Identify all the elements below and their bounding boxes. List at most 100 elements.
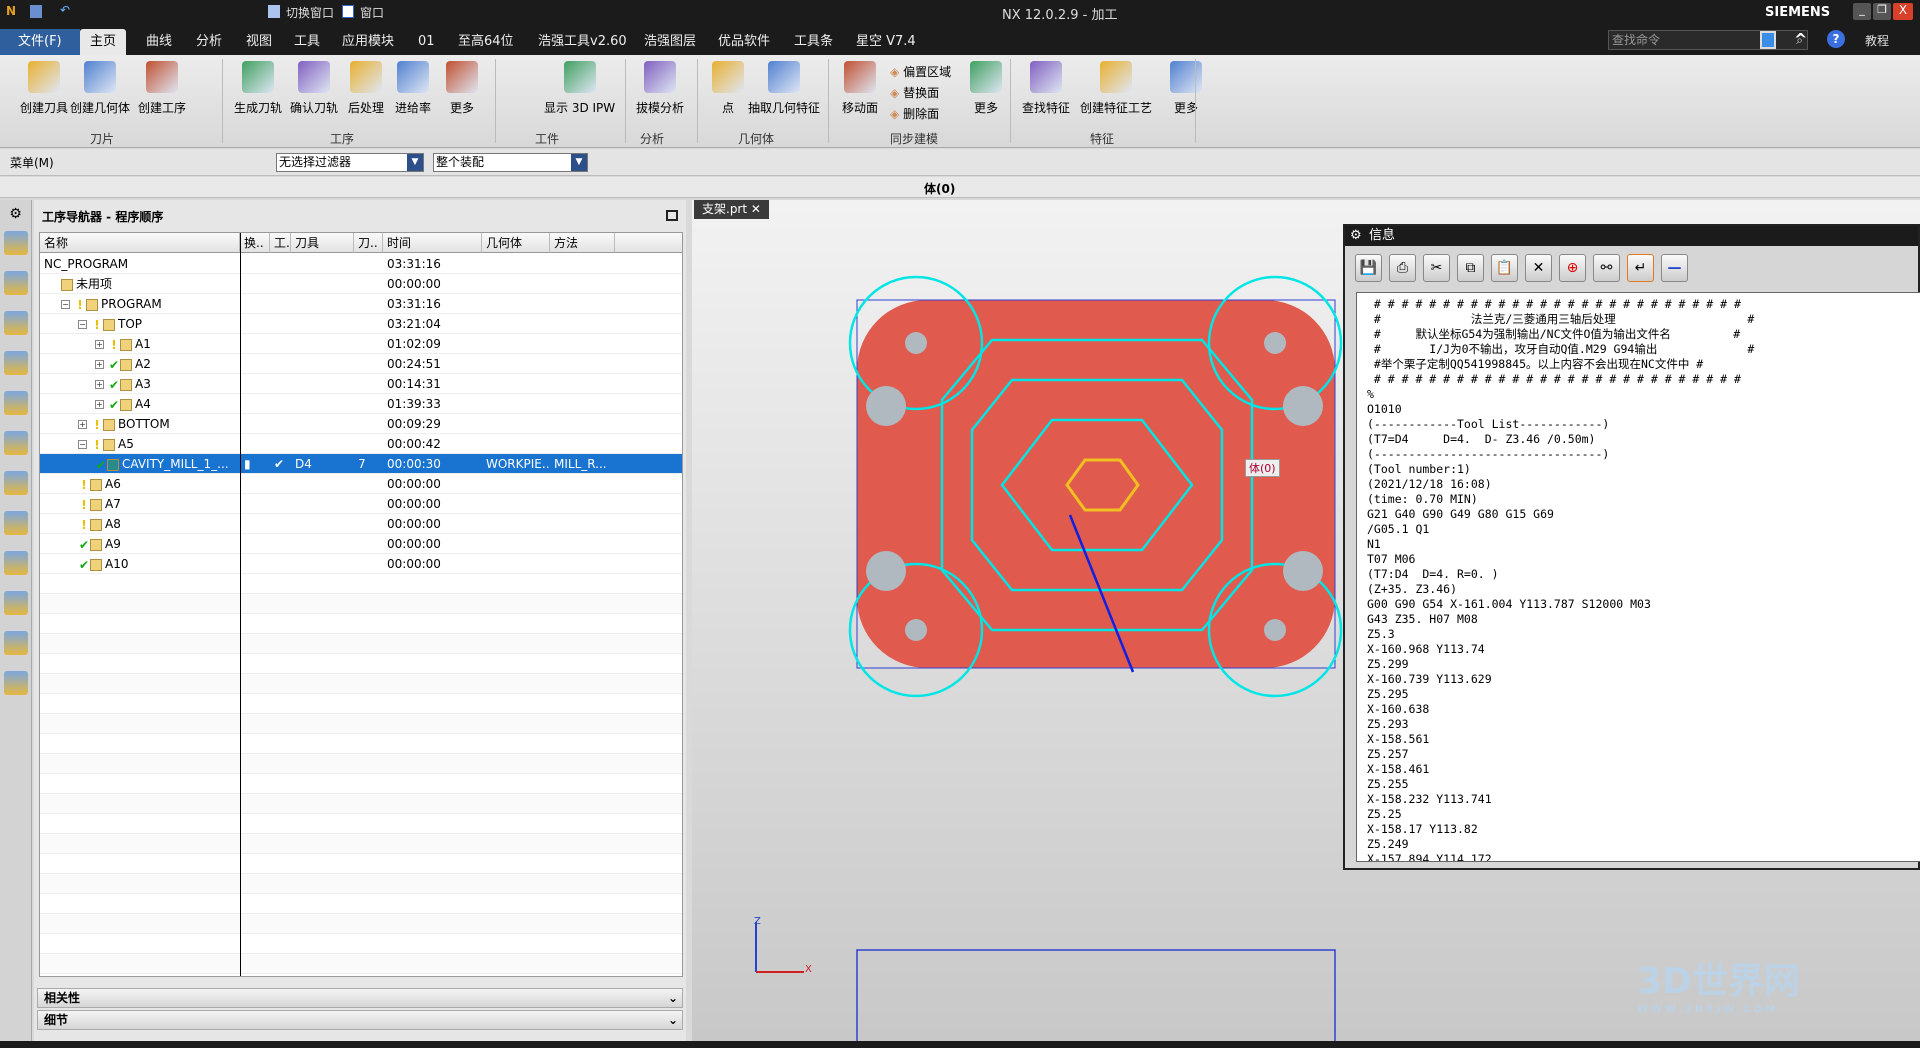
expand-toggle[interactable]: + [78, 420, 87, 429]
tab-3[interactable]: 分析 [186, 29, 232, 55]
tree-row[interactable]: ✔ CAVITY_MILL_1_... 00:00:30 ▮ ✔ D4 7 WORKPIE..… [40, 454, 682, 474]
ribbon-button[interactable]: 创建刀具 [20, 61, 68, 116]
ribbon-button[interactable]: 抽取几何特征 [748, 61, 820, 116]
tab-1[interactable]: 主页 [80, 29, 127, 55]
column-header[interactable]: 换.. [240, 233, 270, 253]
window-menu[interactable]: 窗口 [360, 4, 384, 21]
tree-row[interactable]: ✔ A9 00:00:00 [40, 534, 682, 554]
target-icon[interactable]: ⊕ [1559, 254, 1586, 282]
tab-12[interactable]: 工具条 [784, 29, 843, 55]
tree-row[interactable]: −! TOP 03:21:04 [40, 314, 682, 334]
close-button[interactable]: X [1893, 3, 1913, 20]
tutorial-button[interactable]: 教程 [1865, 32, 1889, 49]
minimize-icon[interactable]: — [1661, 254, 1688, 282]
tab-4[interactable]: 视图 [236, 29, 282, 55]
restore-button[interactable]: ❐ [1873, 3, 1891, 20]
expand-toggle[interactable]: + [95, 380, 104, 389]
ribbon-button[interactable]: 移动面 [842, 61, 878, 116]
dependencies-panel[interactable]: 相关性 ⌄ [37, 988, 683, 1008]
assembly-scope-dropdown[interactable]: 整个装配 ▼ [433, 153, 588, 172]
minimize-button[interactable]: _ [1853, 3, 1871, 20]
collapse-ribbon-icon[interactable]: ^ [1794, 30, 1807, 49]
command-search-input[interactable]: 查找命令 ⌕ [1608, 30, 1808, 50]
expand-toggle[interactable]: + [95, 360, 104, 369]
cut-icon[interactable]: ✂ [1423, 254, 1450, 282]
ribbon-button[interactable]: 拔模分析 [636, 61, 684, 116]
paste-icon[interactable]: 📋 [1491, 254, 1518, 282]
ribbon-button[interactable]: 查找特征 [1022, 61, 1070, 116]
tab-8[interactable]: 至高64位 [448, 29, 524, 55]
tab-2[interactable]: 曲线 [136, 29, 182, 55]
web-browser-icon[interactable] [3, 511, 28, 535]
ribbon-button[interactable]: 创建工序 [138, 61, 186, 116]
save-icon[interactable]: 💾 [1355, 254, 1382, 282]
ribbon-button[interactable]: 更多 [446, 61, 478, 116]
ribbon-button[interactable]: 后处理 [348, 61, 384, 116]
tab-5[interactable]: 工具 [284, 29, 330, 55]
info-text[interactable]: # # # # # # # # # # # # # # # # # # # # … [1356, 292, 1920, 862]
tree-row[interactable]: + ✔ A2 00:24:51 [40, 354, 682, 374]
method-view-icon[interactable] [3, 351, 28, 375]
tree-row[interactable]: ! A6 00:00:00 [40, 474, 682, 494]
expand-toggle[interactable]: + [95, 340, 104, 349]
details-panel[interactable]: 细节 ⌄ [37, 1010, 683, 1030]
expand-toggle[interactable]: − [78, 320, 87, 329]
undo-icon[interactable]: ↶ [60, 3, 70, 17]
column-header[interactable]: 工. [270, 233, 291, 253]
tree-row[interactable]: 未用项 00:00:00 [40, 274, 682, 294]
delete-icon[interactable]: ✕ [1525, 254, 1552, 282]
tree-row[interactable]: −! PROGRAM 03:31:16 [40, 294, 682, 314]
tree-row[interactable]: −! A5 00:00:42 [40, 434, 682, 454]
menu-button[interactable]: 菜单(M) [10, 154, 54, 171]
machine-tool-navigator-icon[interactable] [3, 271, 28, 295]
tab-0[interactable]: 文件(F) [0, 29, 80, 55]
maximize-icon[interactable] [666, 210, 678, 221]
save-icon[interactable] [30, 5, 42, 18]
word-wrap-icon[interactable]: ↵ [1627, 254, 1654, 282]
help-icon[interactable]: ? [1827, 30, 1845, 48]
tree-row[interactable]: + ✔ A3 00:14:31 [40, 374, 682, 394]
find-binoculars-icon[interactable]: ⚯ [1593, 254, 1620, 282]
column-header[interactable]: 刀具 [291, 233, 354, 253]
tree-row[interactable]: ✔ A10 00:00:00 [40, 554, 682, 574]
expand-toggle[interactable]: − [78, 440, 87, 449]
tab-13[interactable]: 星空 V7.4 [846, 29, 926, 55]
tab-6[interactable]: 应用模块 [332, 29, 404, 55]
ribbon-button[interactable]: 创建几何体 [70, 61, 130, 116]
ribbon-button[interactable]: 创建特征工艺 [1080, 61, 1152, 116]
geometry-view-icon[interactable] [3, 311, 28, 335]
delete-face-button[interactable]: ◈ 删除面 [890, 104, 951, 125]
column-header[interactable]: 名称 [40, 233, 240, 253]
selection-filter-dropdown[interactable]: 无选择过滤器 ▼ [276, 153, 424, 172]
tree-row[interactable]: ! A8 00:00:00 [40, 514, 682, 534]
copy-icon[interactable]: ⧉ [1457, 254, 1484, 282]
tab-9[interactable]: 浩强工具v2.60 [528, 29, 637, 55]
tool-icon[interactable] [3, 631, 28, 655]
column-header[interactable]: 刀.. [354, 233, 383, 253]
expand-toggle[interactable]: − [61, 300, 70, 309]
settings-icon[interactable]: ⚙ [0, 206, 31, 222]
fullscreen-icon[interactable] [1760, 31, 1776, 49]
process-icon[interactable] [3, 671, 28, 695]
reuse-library-icon[interactable] [3, 471, 28, 495]
tree-row[interactable]: +! BOTTOM 00:09:29 [40, 414, 682, 434]
ribbon-button[interactable]: 显示 3D IPW [544, 61, 615, 116]
column-header[interactable]: 几何体 [482, 233, 550, 253]
tree-row[interactable]: +! A1 01:02:09 [40, 334, 682, 354]
column-header[interactable]: 方法 [550, 233, 615, 253]
assembly-navigator-icon[interactable] [3, 391, 28, 415]
ribbon-button[interactable]: 确认刀轨 [290, 61, 338, 116]
ribbon-button[interactable]: 更多 [1170, 61, 1202, 116]
offset-region-button[interactable]: ◈ 偏置区域 [890, 62, 951, 83]
print-icon[interactable]: ⎙ [1389, 254, 1416, 282]
ribbon-button[interactable]: 更多 [970, 61, 1002, 116]
expand-toggle[interactable]: + [95, 400, 104, 409]
tab-10[interactable]: 浩强图层 [634, 29, 706, 55]
column-header[interactable]: 时间 [383, 233, 482, 253]
history-icon[interactable] [3, 551, 28, 575]
switch-window-button[interactable]: 切换窗口 [286, 4, 334, 21]
tab-7[interactable]: 01 [408, 29, 445, 55]
replace-face-button[interactable]: ◈ 替换面 [890, 83, 951, 104]
ribbon-button[interactable]: 生成刀轨 [234, 61, 282, 116]
part-navigator-icon[interactable] [3, 431, 28, 455]
